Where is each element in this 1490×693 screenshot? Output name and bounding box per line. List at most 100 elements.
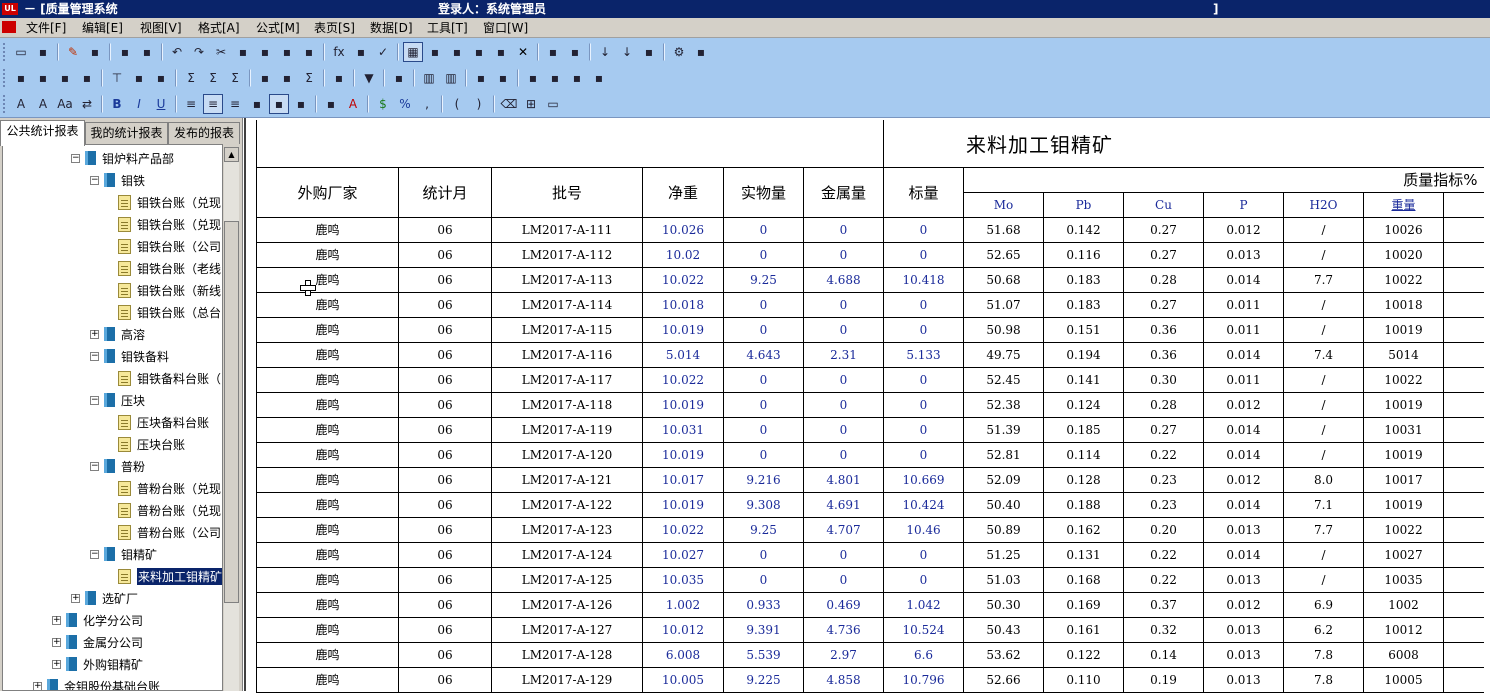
open-icon[interactable]: ▭ bbox=[11, 42, 31, 62]
cell-mo[interactable]: 52.81 bbox=[963, 441, 1044, 468]
paste-icon[interactable]: ▪ bbox=[255, 42, 275, 62]
cell-month[interactable]: 06 bbox=[398, 666, 492, 693]
tree-node[interactable]: 钼铁备料台账（ bbox=[118, 368, 221, 388]
copy-icon[interactable]: ▪ bbox=[233, 42, 253, 62]
cell-pb[interactable]: 0.122 bbox=[1043, 641, 1124, 668]
cell-h2o[interactable]: / bbox=[1283, 391, 1364, 418]
cell-standard[interactable]: 5.133 bbox=[883, 341, 964, 368]
cell-batch[interactable]: LM2017-A-123 bbox=[491, 516, 643, 543]
cell-vendor[interactable]: 鹿鸣 bbox=[256, 641, 399, 668]
cell-vendor[interactable]: 鹿鸣 bbox=[256, 591, 399, 618]
cell-extra[interactable] bbox=[1443, 216, 1484, 243]
cell-metal[interactable]: 4.736 bbox=[803, 616, 884, 643]
save-icon[interactable]: ▪ bbox=[33, 42, 53, 62]
filter-icon[interactable]: ⊤ bbox=[107, 68, 127, 88]
cell-standard[interactable]: 10.424 bbox=[883, 491, 964, 518]
folder-icon[interactable]: ▪ bbox=[543, 42, 563, 62]
barcode-icon[interactable]: ▥ bbox=[419, 68, 439, 88]
cell-vendor[interactable]: 鹿鸣 bbox=[256, 341, 399, 368]
cell-actual[interactable]: 0 bbox=[723, 441, 804, 468]
cell-mo[interactable]: 52.65 bbox=[963, 241, 1044, 268]
collapse-icon[interactable]: − bbox=[90, 175, 99, 185]
cell-cu[interactable]: 0.27 bbox=[1123, 416, 1204, 443]
cell-batch[interactable]: LM2017-A-124 bbox=[491, 541, 643, 568]
border-icon[interactable]: ⊞ bbox=[521, 94, 541, 114]
cell-p[interactable]: 0.014 bbox=[1203, 541, 1284, 568]
cell-pb[interactable]: 0.183 bbox=[1043, 291, 1124, 318]
group-icon[interactable]: ▪ bbox=[129, 68, 149, 88]
sheet-icon[interactable]: ▪ bbox=[425, 42, 445, 62]
cell-month[interactable]: 06 bbox=[398, 291, 492, 318]
underline-icon[interactable]: U bbox=[151, 94, 171, 114]
cell-standard[interactable]: 0 bbox=[883, 216, 964, 243]
cell-batch[interactable]: LM2017-A-122 bbox=[491, 491, 643, 518]
cell-net[interactable]: 10.02 bbox=[642, 241, 724, 268]
cell-net[interactable]: 1.002 bbox=[642, 591, 724, 618]
cell-metal[interactable]: 0 bbox=[803, 216, 884, 243]
cell-weight[interactable]: 5014 bbox=[1363, 341, 1444, 368]
cell-vendor[interactable]: 鹿鸣 bbox=[256, 516, 399, 543]
move-right-icon[interactable]: ▪ bbox=[77, 68, 97, 88]
cell-p[interactable]: 0.014 bbox=[1203, 266, 1284, 293]
toolbar-grip[interactable] bbox=[3, 43, 7, 61]
cell-extra[interactable] bbox=[1443, 591, 1484, 618]
cell-net[interactable]: 10.019 bbox=[642, 316, 724, 343]
cell-vendor[interactable]: 鹿鸣 bbox=[256, 466, 399, 493]
cell-batch[interactable]: LM2017-A-126 bbox=[491, 591, 643, 618]
menu-format[interactable]: 格式[A] bbox=[198, 21, 240, 35]
cell-actual[interactable]: 0 bbox=[723, 541, 804, 568]
toolbar-grip[interactable] bbox=[3, 69, 7, 87]
collapse-icon[interactable]: − bbox=[90, 395, 99, 405]
sort-desc-icon[interactable]: ↓ bbox=[617, 42, 637, 62]
cell-actual[interactable]: 9.216 bbox=[723, 466, 804, 493]
cell-metal[interactable]: 0 bbox=[803, 566, 884, 593]
cell-mo[interactable]: 50.89 bbox=[963, 516, 1044, 543]
cell-standard[interactable]: 0 bbox=[883, 441, 964, 468]
cell-vendor[interactable]: 鹿鸣 bbox=[256, 441, 399, 468]
cell-weight[interactable]: 10019 bbox=[1363, 491, 1444, 518]
cell-vendor[interactable]: 鹿鸣 bbox=[256, 366, 399, 393]
tree-node[interactable]: 普粉台账（公司 bbox=[118, 522, 221, 542]
cell-h2o[interactable]: 7.7 bbox=[1283, 516, 1364, 543]
cell-extra[interactable] bbox=[1443, 291, 1484, 318]
cell-cu[interactable]: 0.19 bbox=[1123, 666, 1204, 693]
print-icon[interactable]: ▪ bbox=[491, 42, 511, 62]
expand-icon[interactable]: + bbox=[90, 329, 99, 339]
cell-mo[interactable]: 50.68 bbox=[963, 266, 1044, 293]
cell-pb[interactable]: 0.124 bbox=[1043, 391, 1124, 418]
cell-net[interactable]: 10.027 bbox=[642, 541, 724, 568]
cell-pb[interactable]: 0.183 bbox=[1043, 266, 1124, 293]
cell-month[interactable]: 06 bbox=[398, 466, 492, 493]
tree-node[interactable]: 压块台账 bbox=[118, 434, 185, 454]
save-disk-icon[interactable]: ▪ bbox=[85, 42, 105, 62]
tree-node[interactable]: − 普粉 bbox=[90, 456, 145, 476]
cell-net[interactable]: 10.035 bbox=[642, 566, 724, 593]
expand-icon[interactable]: + bbox=[33, 681, 42, 690]
cell-batch[interactable]: LM2017-A-128 bbox=[491, 641, 643, 668]
cell-cu[interactable]: 0.22 bbox=[1123, 566, 1204, 593]
cell-net[interactable]: 10.018 bbox=[642, 291, 724, 318]
cell-month[interactable]: 06 bbox=[398, 366, 492, 393]
cell-p[interactable]: 0.012 bbox=[1203, 591, 1284, 618]
cell-vendor[interactable]: 鹿鸣 bbox=[256, 216, 399, 243]
cell-actual[interactable]: 0.933 bbox=[723, 591, 804, 618]
cell-metal[interactable]: 0 bbox=[803, 416, 884, 443]
menu-view[interactable]: 视图[V] bbox=[140, 21, 182, 35]
cell-net[interactable]: 10.031 bbox=[642, 416, 724, 443]
folder-open-icon[interactable]: ▪ bbox=[255, 68, 275, 88]
cell-p[interactable]: 0.011 bbox=[1203, 366, 1284, 393]
vert-top-icon[interactable]: ▪ bbox=[247, 94, 267, 114]
cell-h2o[interactable]: / bbox=[1283, 216, 1364, 243]
cell-mo[interactable]: 51.68 bbox=[963, 216, 1044, 243]
cell-standard[interactable]: 0 bbox=[883, 316, 964, 343]
clear-icon[interactable]: ▪ bbox=[565, 42, 585, 62]
expand-icon[interactable]: + bbox=[52, 637, 61, 647]
menu-edit[interactable]: 编辑[E] bbox=[82, 21, 123, 35]
cell-metal[interactable]: 2.31 bbox=[803, 341, 884, 368]
comma-icon[interactable]: , bbox=[417, 94, 437, 114]
cell-actual[interactable]: 5.539 bbox=[723, 641, 804, 668]
rect-icon[interactable]: ▭ bbox=[543, 94, 563, 114]
cell-cu[interactable]: 0.22 bbox=[1123, 441, 1204, 468]
cell-batch[interactable]: LM2017-A-119 bbox=[491, 416, 643, 443]
cell-weight[interactable]: 6008 bbox=[1363, 641, 1444, 668]
